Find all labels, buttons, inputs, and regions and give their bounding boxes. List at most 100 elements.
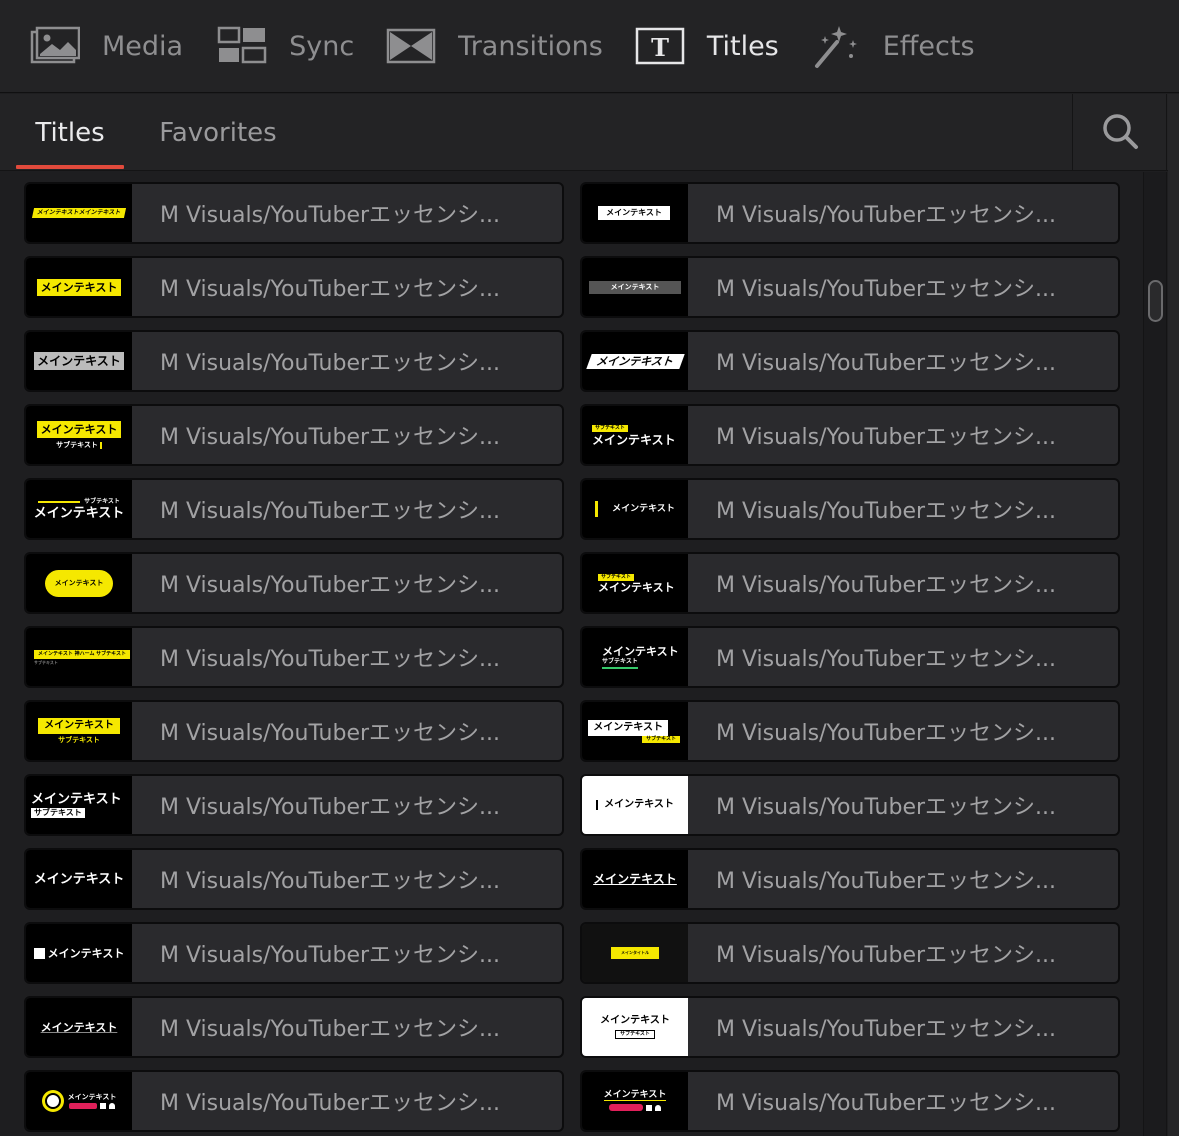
title-item[interactable]: メインテキストメインテキスト M Visuals/YouTuberエッセンシ..… <box>24 182 564 244</box>
panel-edge <box>1168 94 1179 1136</box>
title-thumbnail: メインテキスト <box>26 332 132 390</box>
title-item[interactable]: メインテキスト M Visuals/YouTuberエッセンシ... <box>580 848 1120 910</box>
title-item[interactable]: メインテキスト M Visuals/YouTuberエッセンシ... <box>24 330 564 392</box>
titles-subtab-bar: Titles Favorites <box>0 94 1179 171</box>
title-name: M Visuals/YouTuberエッセンシ... <box>716 943 1057 968</box>
title-thumbnail: メインテキスト <box>582 850 688 908</box>
title-name: M Visuals/YouTuberエッセンシ... <box>716 203 1057 228</box>
title-name: M Visuals/YouTuberエッセンシ... <box>160 1091 501 1116</box>
module-titles[interactable]: T Titles <box>635 0 779 93</box>
tab-favorites[interactable]: Favorites <box>150 94 286 171</box>
title-thumbnail: メインテキスト <box>582 776 688 834</box>
list-row: メインテキスト 神ハーム サブテキスト サブテキスト M Visuals/You… <box>0 626 1143 688</box>
title-item[interactable]: サブテキスト メインテキスト M Visuals/YouTuberエッセンシ..… <box>580 404 1120 466</box>
module-bar: Media Sync Transitions T Titles Effects <box>0 0 1179 93</box>
list-row: メインテキスト M Visuals/YouTuberエッセンシ... メインテキ… <box>0 1070 1143 1132</box>
scrollbar-thumb[interactable] <box>1148 280 1163 322</box>
list-scrollbar[interactable] <box>1143 172 1167 1136</box>
title-name: M Visuals/YouTuberエッセンシ... <box>160 795 501 820</box>
module-sync[interactable]: Sync <box>217 0 354 93</box>
title-thumbnail: メインテキスト サブテキスト <box>26 406 132 464</box>
list-row: メインテキスト M Visuals/YouTuberエッセンシ... メインテキ… <box>0 848 1143 910</box>
title-name: M Visuals/YouTuberエッセンシ... <box>160 647 501 672</box>
title-thumbnail: メインテキスト <box>582 332 688 390</box>
title-name: M Visuals/YouTuberエッセンシ... <box>716 499 1057 524</box>
title-name: M Visuals/YouTuberエッセンシ... <box>160 499 501 524</box>
title-thumbnail: メインテキスト サブテキスト <box>26 702 132 760</box>
list-row: メインテキスト M Visuals/YouTuberエッセンシ... メインテキ… <box>0 330 1143 392</box>
effects-icon <box>811 26 861 68</box>
title-item[interactable]: メインテキスト M Visuals/YouTuberエッセンシ... <box>580 1070 1120 1132</box>
title-thumbnail: サブテキスト メインテキスト <box>582 554 688 612</box>
module-effects[interactable]: Effects <box>811 0 975 93</box>
sync-icon <box>217 26 267 66</box>
title-name: M Visuals/YouTuberエッセンシ... <box>160 277 501 302</box>
title-item[interactable]: メインテキスト M Visuals/YouTuberエッセンシ... <box>580 774 1120 836</box>
title-item[interactable]: メインテキスト サブテキスト M Visuals/YouTuberエッセンシ..… <box>580 626 1120 688</box>
title-item[interactable]: メインテキスト サブテキスト M Visuals/YouTuberエッセンシ..… <box>24 404 564 466</box>
title-name: M Visuals/YouTuberエッセンシ... <box>716 721 1057 746</box>
title-name: M Visuals/YouTuberエッセンシ... <box>716 573 1057 598</box>
title-item[interactable]: メインテキスト M Visuals/YouTuberエッセンシ... <box>580 478 1120 540</box>
title-name: M Visuals/YouTuberエッセンシ... <box>716 869 1057 894</box>
title-thumbnail: メインテキスト サブテキスト <box>26 776 132 834</box>
title-thumbnail: メインテキスト <box>582 1072 688 1130</box>
title-name: M Visuals/YouTuberエッセンシ... <box>716 1091 1057 1116</box>
title-item[interactable]: サブテキスト メインテキスト M Visuals/YouTuberエッセンシ..… <box>580 552 1120 614</box>
list-row: メインテキスト M Visuals/YouTuberエッセンシ... サブテキス… <box>0 552 1143 614</box>
list-row: メインテキスト サブテキスト M Visuals/YouTuberエッセンシ..… <box>0 404 1143 466</box>
title-item[interactable]: メインテキスト サブテキスト M Visuals/YouTuberエッセンシ..… <box>24 774 564 836</box>
list-row: メインテキスト サブテキスト M Visuals/YouTuberエッセンシ..… <box>0 774 1143 836</box>
title-item[interactable]: メインテキスト サブテキスト M Visuals/YouTuberエッセンシ..… <box>580 996 1120 1058</box>
tab-favorites-label: Favorites <box>159 117 277 148</box>
title-item[interactable]: メインテキスト M Visuals/YouTuberエッセンシ... <box>24 996 564 1058</box>
title-thumbnail: メインテキスト 神ハーム サブテキスト サブテキスト <box>26 628 132 686</box>
title-name: M Visuals/YouTuberエッセンシ... <box>160 943 501 968</box>
list-row: メインテキスト サブテキスト M Visuals/YouTuberエッセンシ..… <box>0 700 1143 762</box>
title-thumbnail: メインテキスト <box>582 480 688 538</box>
list-row: メインテキストメインテキスト M Visuals/YouTuberエッセンシ..… <box>0 182 1143 244</box>
module-titles-label: Titles <box>706 30 779 62</box>
title-name: M Visuals/YouTuberエッセンシ... <box>160 351 501 376</box>
title-item[interactable]: メインテキスト M Visuals/YouTuberエッセンシ... <box>580 330 1120 392</box>
title-thumbnail: メインテキスト <box>26 554 132 612</box>
media-icon <box>30 26 80 66</box>
title-item[interactable]: メインテキスト M Visuals/YouTuberエッセンシ... <box>24 848 564 910</box>
svg-text:T: T <box>651 33 669 62</box>
title-item[interactable]: メインテキスト M Visuals/YouTuberエッセンシ... <box>24 922 564 984</box>
titles-icon: T <box>635 26 685 66</box>
title-item[interactable]: メインテキスト M Visuals/YouTuberエッセンシ... <box>24 256 564 318</box>
title-item[interactable]: メインテキスト M Visuals/YouTuberエッセンシ... <box>580 256 1120 318</box>
module-effects-label: Effects <box>882 30 975 62</box>
title-thumbnail: メインテキスト <box>26 1072 132 1130</box>
title-item[interactable]: サブテキスト メインテキスト M Visuals/YouTuberエッセンシ..… <box>24 478 564 540</box>
title-name: M Visuals/YouTuberエッセンシ... <box>716 647 1057 672</box>
list-row: メインテキスト M Visuals/YouTuberエッセンシ... メインテキ… <box>0 256 1143 318</box>
title-name: M Visuals/YouTuberエッセンシ... <box>716 425 1057 450</box>
title-item[interactable]: メインテキスト M Visuals/YouTuberエッセンシ... <box>24 552 564 614</box>
transitions-icon <box>386 26 436 66</box>
title-item[interactable]: メインテキスト サブテキスト M Visuals/YouTuberエッセンシ..… <box>24 700 564 762</box>
list-row: メインテキスト M Visuals/YouTuberエッセンシ... メインテキ… <box>0 996 1143 1058</box>
title-thumbnail: メインテキスト <box>26 850 132 908</box>
title-thumbnail: メインテキスト サブテキスト <box>582 702 688 760</box>
module-media[interactable]: Media <box>30 0 183 93</box>
title-name: M Visuals/YouTuberエッセンシ... <box>160 869 501 894</box>
title-item[interactable]: メインテキスト M Visuals/YouTuberエッセンシ... <box>24 1070 564 1132</box>
search-button[interactable] <box>1072 94 1167 171</box>
title-name: M Visuals/YouTuberエッセンシ... <box>160 1017 501 1042</box>
title-thumbnail: サブテキスト メインテキスト <box>582 406 688 464</box>
title-thumbnail: メインテキスト サブテキスト <box>582 998 688 1056</box>
module-transitions[interactable]: Transitions <box>386 0 603 93</box>
title-thumbnail: メインテキスト サブテキスト <box>582 628 688 686</box>
title-name: M Visuals/YouTuberエッセンシ... <box>716 351 1057 376</box>
title-item[interactable]: メインテキスト サブテキスト M Visuals/YouTuberエッセンシ..… <box>580 700 1120 762</box>
title-thumbnail: メインタイトル <box>582 924 688 982</box>
title-item[interactable]: メインタイトル M Visuals/YouTuberエッセンシ... <box>580 922 1120 984</box>
tab-titles[interactable]: Titles <box>16 94 124 171</box>
title-name: M Visuals/YouTuberエッセンシ... <box>716 795 1057 820</box>
module-media-label: Media <box>102 30 184 62</box>
list-row: サブテキスト メインテキスト M Visuals/YouTuberエッセンシ..… <box>0 478 1143 540</box>
title-item[interactable]: メインテキスト M Visuals/YouTuberエッセンシ... <box>580 182 1120 244</box>
title-item[interactable]: メインテキスト 神ハーム サブテキスト サブテキスト M Visuals/You… <box>24 626 564 688</box>
